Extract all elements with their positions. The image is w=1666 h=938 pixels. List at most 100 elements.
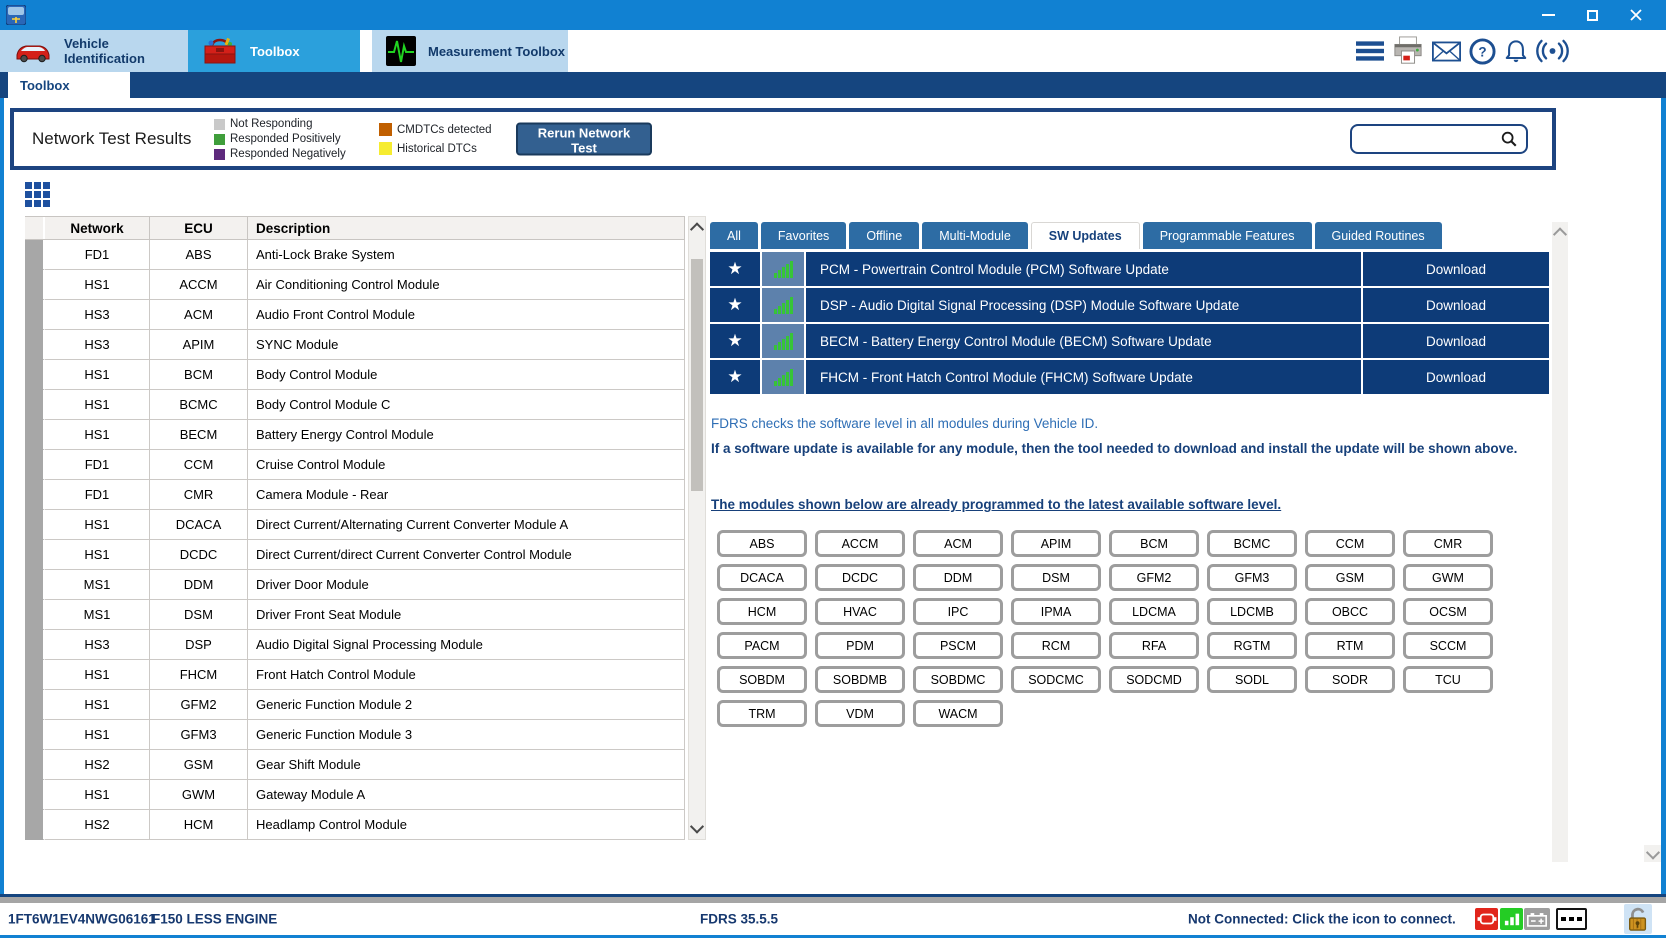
favorite-star-icon[interactable]: ★ <box>710 324 760 358</box>
module-button-sobdmb[interactable]: SOBDMB <box>815 666 905 693</box>
scrollbar-thumb[interactable] <box>691 259 703 491</box>
table-row-abs[interactable]: FD1 ABS Anti-Lock Brake System <box>25 240 685 270</box>
module-button-ocsm[interactable]: OCSM <box>1403 598 1493 625</box>
menu-icon[interactable] <box>1356 40 1384 62</box>
help-icon[interactable]: ? <box>1469 37 1496 65</box>
table-row-cmr[interactable]: FD1 CMR Camera Module - Rear <box>25 480 685 510</box>
app-tab-measurement-toolbox[interactable]: Measurement Toolbox <box>372 30 568 72</box>
table-row-dcdc[interactable]: HS1 DCDC Direct Current/direct Current Con… <box>25 540 685 570</box>
module-button-gsm[interactable]: GSM <box>1305 564 1395 591</box>
tab-toolbox[interactable]: Toolbox <box>8 72 130 98</box>
module-button-sodcmd[interactable]: SODCMD <box>1109 666 1199 693</box>
module-button-acm[interactable]: ACM <box>913 530 1003 557</box>
scroll-down-button[interactable] <box>689 817 705 839</box>
module-button-rgtm[interactable]: RGTM <box>1207 632 1297 659</box>
vci-icon[interactable] <box>1475 908 1498 930</box>
table-row-fhcm[interactable]: HS1 FHCM Front Hatch Control Module <box>25 660 685 690</box>
table-row-bcm[interactable]: HS1 BCM Body Control Module <box>25 360 685 390</box>
table-row-accm[interactable]: HS1 ACCM Air Conditioning Control Module <box>25 270 685 300</box>
module-button-trm[interactable]: TRM <box>717 700 807 727</box>
tab-guided-routines[interactable]: Guided Routines <box>1314 222 1442 249</box>
module-button-obcc[interactable]: OBCC <box>1305 598 1395 625</box>
tab-favorites[interactable]: Favorites <box>760 222 847 249</box>
module-button-rtm[interactable]: RTM <box>1305 632 1395 659</box>
tab-sw-updates[interactable]: SW Updates <box>1030 222 1140 249</box>
search-icon[interactable] <box>1500 130 1518 148</box>
app-tab-vehicle-identification[interactable]: Vehicle Identification <box>0 30 188 72</box>
module-button-rcm[interactable]: RCM <box>1011 632 1101 659</box>
module-button-wacm[interactable]: WACM <box>913 700 1003 727</box>
right-panel-scrollbar[interactable] <box>1552 222 1568 862</box>
favorite-star-icon[interactable]: ★ <box>710 288 760 322</box>
minimize-button[interactable] <box>1526 0 1570 30</box>
table-scrollbar[interactable] <box>688 216 706 840</box>
module-button-bcm[interactable]: BCM <box>1109 530 1199 557</box>
module-button-ccm[interactable]: CCM <box>1305 530 1395 557</box>
module-button-bcmc[interactable]: BCMC <box>1207 530 1297 557</box>
module-button-ipma[interactable]: IPMA <box>1011 598 1101 625</box>
table-row-dsm[interactable]: MS1 DSM Driver Front Seat Module <box>25 600 685 630</box>
module-button-pacm[interactable]: PACM <box>717 632 807 659</box>
download-button[interactable]: Download <box>1363 360 1549 394</box>
printer-icon[interactable] <box>1392 36 1424 66</box>
app-tab-toolbox[interactable]: Toolbox <box>188 30 360 72</box>
module-button-pscm[interactable]: PSCM <box>913 632 1003 659</box>
mail-icon[interactable] <box>1432 41 1461 62</box>
table-row-bcmc[interactable]: HS1 BCMC Body Control Module C <box>25 390 685 420</box>
table-row-ddm[interactable]: MS1 DDM Driver Door Module <box>25 570 685 600</box>
download-button[interactable]: Download <box>1363 252 1549 286</box>
module-button-vdm[interactable]: VDM <box>815 700 905 727</box>
scroll-up-button[interactable] <box>1552 222 1568 244</box>
table-row-dsp[interactable]: HS3 DSP Audio Digital Signal Processing Mo… <box>25 630 685 660</box>
table-row-dcaca[interactable]: HS1 DCACA Direct Current/Alternating Curre… <box>25 510 685 540</box>
table-row-ccm[interactable]: FD1 CCM Cruise Control Module <box>25 450 685 480</box>
battery-icon[interactable] <box>1524 908 1550 930</box>
scroll-up-button[interactable] <box>689 217 705 239</box>
module-button-abs[interactable]: ABS <box>717 530 807 557</box>
lock-open-icon[interactable] <box>1624 904 1652 934</box>
search-input[interactable] <box>1352 131 1500 147</box>
table-row-acm[interactable]: HS3 ACM Audio Front Control Module <box>25 300 685 330</box>
module-button-rfa[interactable]: RFA <box>1109 632 1199 659</box>
module-button-ddm[interactable]: DDM <box>913 564 1003 591</box>
module-button-sobdmc[interactable]: SOBDMC <box>913 666 1003 693</box>
module-button-sodcmc[interactable]: SODCMC <box>1011 666 1101 693</box>
download-button[interactable]: Download <box>1363 324 1549 358</box>
module-button-ldcma[interactable]: LDCMA <box>1109 598 1199 625</box>
module-button-gfm3[interactable]: GFM3 <box>1207 564 1297 591</box>
table-row-becm[interactable]: HS1 BECM Battery Energy Control Module <box>25 420 685 450</box>
module-button-hvac[interactable]: HVAC <box>815 598 905 625</box>
grid-view-icon[interactable] <box>25 182 50 207</box>
download-button[interactable]: Download <box>1363 288 1549 322</box>
close-button[interactable] <box>1614 0 1658 30</box>
module-button-ipc[interactable]: IPC <box>913 598 1003 625</box>
module-button-ldcmb[interactable]: LDCMB <box>1207 598 1297 625</box>
module-button-sobdm[interactable]: SOBDM <box>717 666 807 693</box>
module-button-gwm[interactable]: GWM <box>1403 564 1493 591</box>
module-button-cmr[interactable]: CMR <box>1403 530 1493 557</box>
module-button-sodl[interactable]: SODL <box>1207 666 1297 693</box>
module-button-sccm[interactable]: SCCM <box>1403 632 1493 659</box>
module-button-dcaca[interactable]: DCACA <box>717 564 807 591</box>
favorite-star-icon[interactable]: ★ <box>710 360 760 394</box>
table-row-apim[interactable]: HS3 APIM SYNC Module <box>25 330 685 360</box>
tab-offline[interactable]: Offline <box>849 222 920 249</box>
tab-programmable-features[interactable]: Programmable Features <box>1142 222 1312 249</box>
table-row-gsm[interactable]: HS2 GSM Gear Shift Module <box>25 750 685 780</box>
module-button-gfm2[interactable]: GFM2 <box>1109 564 1199 591</box>
module-button-hcm[interactable]: HCM <box>717 598 807 625</box>
table-row-gwm[interactable]: HS1 GWM Gateway Module A <box>25 780 685 810</box>
module-button-tcu[interactable]: TCU <box>1403 666 1493 693</box>
maximize-button[interactable] <box>1570 0 1614 30</box>
notifications-icon[interactable] <box>1504 38 1528 65</box>
tab-all[interactable]: All <box>710 222 758 249</box>
favorite-star-icon[interactable]: ★ <box>710 252 760 286</box>
table-row-gfm3[interactable]: HS1 GFM3 Generic Function Module 3 <box>25 720 685 750</box>
table-row-hcm[interactable]: HS2 HCM Headlamp Control Module <box>25 810 685 840</box>
window-scroll-down-button[interactable] <box>1644 845 1661 862</box>
module-button-dcdc[interactable]: DCDC <box>815 564 905 591</box>
dashes-icon[interactable] <box>1556 908 1587 930</box>
signal-strength-icon[interactable] <box>1500 908 1523 930</box>
module-button-dsm[interactable]: DSM <box>1011 564 1101 591</box>
connect-icon[interactable] <box>1536 39 1569 63</box>
